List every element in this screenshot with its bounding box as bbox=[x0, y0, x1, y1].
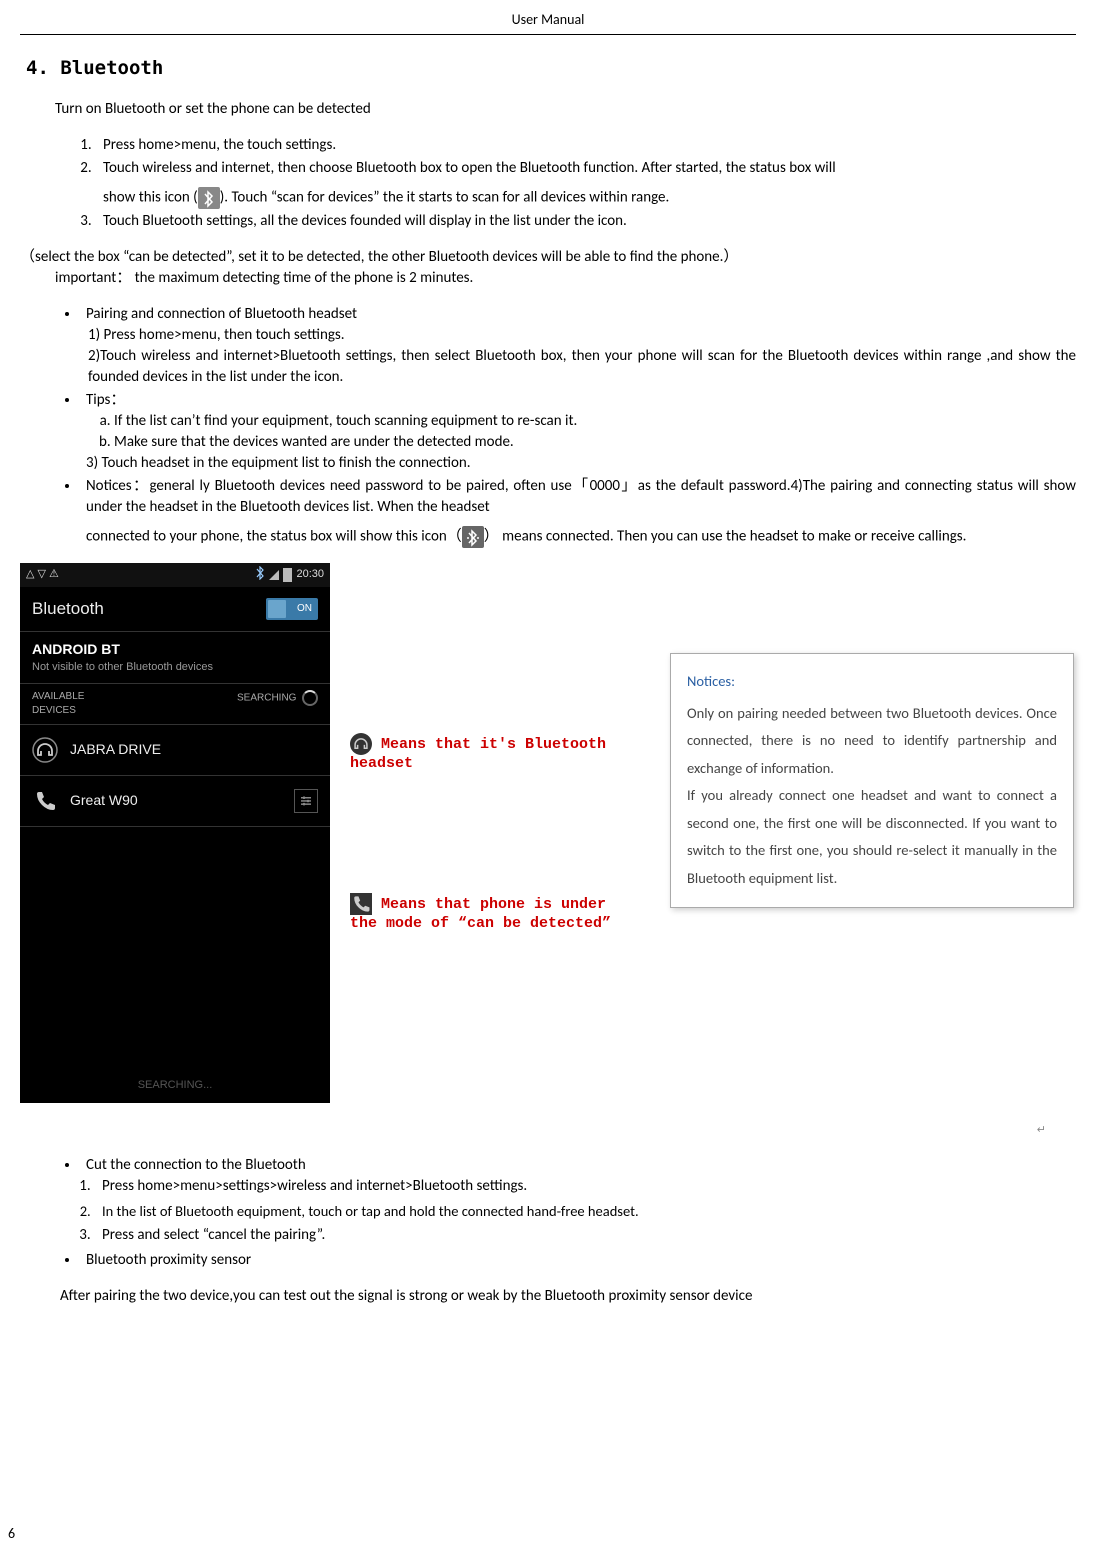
select-box-line: （select the box “can be detected”, set i… bbox=[20, 247, 1076, 268]
own-device-subtitle: Not visible to other Bluetooth devices bbox=[32, 660, 318, 675]
step-2b-post: ). Touch “scan for devices” the it start… bbox=[220, 189, 670, 207]
device-row-2[interactable]: Great W90 bbox=[20, 776, 330, 827]
cut-3: Press and select “cancel the pairing”. bbox=[94, 1225, 1076, 1246]
own-device-row[interactable]: ANDROID BT Not visible to other Bluetoot… bbox=[20, 632, 330, 684]
own-device-name: ANDROID BT bbox=[32, 640, 318, 660]
searching-footer: SEARCHING... bbox=[20, 1068, 330, 1103]
bluetooth-toggle[interactable]: ON bbox=[266, 598, 318, 620]
status-signal-icon bbox=[269, 570, 279, 580]
device-row-1[interactable]: JABRA DRIVE bbox=[20, 725, 330, 776]
status-time: 20:30 bbox=[296, 567, 324, 582]
cut-2: In the list of Bluetooth equipment, touc… bbox=[94, 1201, 1076, 1221]
pairing-step-2: 2)Touch wireless and internet>Bluetooth … bbox=[88, 346, 1076, 388]
device-name-1: JABRA DRIVE bbox=[70, 740, 318, 760]
bluetooth-header-row: Bluetooth ON bbox=[20, 587, 330, 632]
main-steps: Press home>menu, the touch settings. Tou… bbox=[95, 135, 1076, 232]
notices-box: Notices: Only on pairing needed between … bbox=[670, 653, 1074, 907]
notices-bullet: Notices：general ly Bluetooth devices nee… bbox=[80, 476, 1076, 548]
figure-row: △ ▽ ⚠ 20:30 Bluetooth ON ANDROID BT Not … bbox=[20, 563, 1076, 1103]
cut-heading: Cut the connection to the Bluetooth Pres… bbox=[80, 1155, 1076, 1246]
header-rule bbox=[20, 34, 1076, 35]
prox-body: After pairing the two device,you can tes… bbox=[60, 1286, 1076, 1307]
phone-status-bar: △ ▽ ⚠ 20:30 bbox=[20, 563, 330, 587]
pairing-step-1: 1) Press home>menu, then touch settings. bbox=[88, 325, 1076, 346]
bluetooth-status-icon bbox=[198, 187, 220, 209]
annotation-phone: Means that phone is under the mode of “c… bbox=[350, 893, 630, 934]
cut-title: Cut the connection to the Bluetooth bbox=[86, 1156, 306, 1174]
notices-mid-pre: connected to your phone, the status box … bbox=[86, 528, 462, 546]
step-2: Touch wireless and internet, then choose… bbox=[95, 158, 1076, 209]
step-3: Touch Bluetooth settings, all the device… bbox=[95, 211, 1076, 232]
bluetooth-connected-icon bbox=[462, 526, 484, 548]
notices-pre: Notices：general ly Bluetooth devices nee… bbox=[86, 477, 1076, 516]
device-settings-icon[interactable] bbox=[294, 789, 318, 813]
notices-box-body: Only on pairing needed between two Bluet… bbox=[687, 700, 1057, 893]
bottom-bullets: Cut the connection to the Bluetooth Pres… bbox=[80, 1155, 1076, 1271]
notices-mid-post: ） means connected. Then you can use the … bbox=[484, 528, 967, 546]
available-label: AVAILABLE DEVICES bbox=[32, 690, 84, 718]
bluetooth-title: Bluetooth bbox=[32, 597, 104, 621]
status-bt-icon bbox=[255, 566, 265, 585]
intro-line: Turn on Bluetooth or set the phone can b… bbox=[55, 99, 1076, 120]
section-heading: 4. Bluetooth bbox=[26, 55, 1076, 82]
important-line: important： the maximum detecting time of… bbox=[55, 268, 1076, 289]
annotation-headset: Means that it's Bluetooth headset bbox=[350, 733, 630, 774]
prox-heading: Bluetooth proximity sensor bbox=[80, 1250, 1076, 1271]
page-header: User Manual bbox=[20, 10, 1076, 30]
tip-a: If the list can’t find your equipment, t… bbox=[114, 411, 1076, 432]
page-number: 6 bbox=[8, 1524, 15, 1544]
searching-label: SEARCHING bbox=[237, 690, 318, 718]
step-2a: Touch wireless and internet, then choose… bbox=[103, 159, 836, 177]
cut-1: Press home>menu>settings>wireless and in… bbox=[94, 1176, 1076, 1197]
headset-icon bbox=[32, 737, 58, 763]
spinner-icon bbox=[302, 690, 318, 706]
tip-b: Make sure that the devices wanted are un… bbox=[114, 432, 1076, 453]
device-name-2: Great W90 bbox=[70, 791, 282, 811]
status-notif-icons: △ ▽ ⚠ bbox=[26, 567, 59, 582]
pairing-heading: Pairing and connection of Bluetooth head… bbox=[80, 304, 1076, 388]
available-section: AVAILABLE DEVICES SEARCHING bbox=[20, 684, 330, 725]
status-battery-icon bbox=[283, 568, 292, 582]
tips-title: Tips： bbox=[86, 391, 125, 409]
return-mark: ↵ bbox=[20, 1119, 1046, 1140]
tips-heading: Tips： If the list can’t find your equipm… bbox=[80, 390, 1076, 474]
bullets: Pairing and connection of Bluetooth head… bbox=[80, 304, 1076, 548]
tip-step-3: 3) Touch headset in the equipment list t… bbox=[86, 453, 1076, 474]
notices-box-title: Notices: bbox=[687, 668, 1057, 696]
step-2b-pre: show this icon ( bbox=[103, 189, 198, 207]
phone-icon bbox=[32, 788, 58, 814]
step-1: Press home>menu, the touch settings. bbox=[95, 135, 1076, 156]
pairing-title: Pairing and connection of Bluetooth head… bbox=[86, 305, 357, 323]
phone-screenshot: △ ▽ ⚠ 20:30 Bluetooth ON ANDROID BT Not … bbox=[20, 563, 330, 1103]
